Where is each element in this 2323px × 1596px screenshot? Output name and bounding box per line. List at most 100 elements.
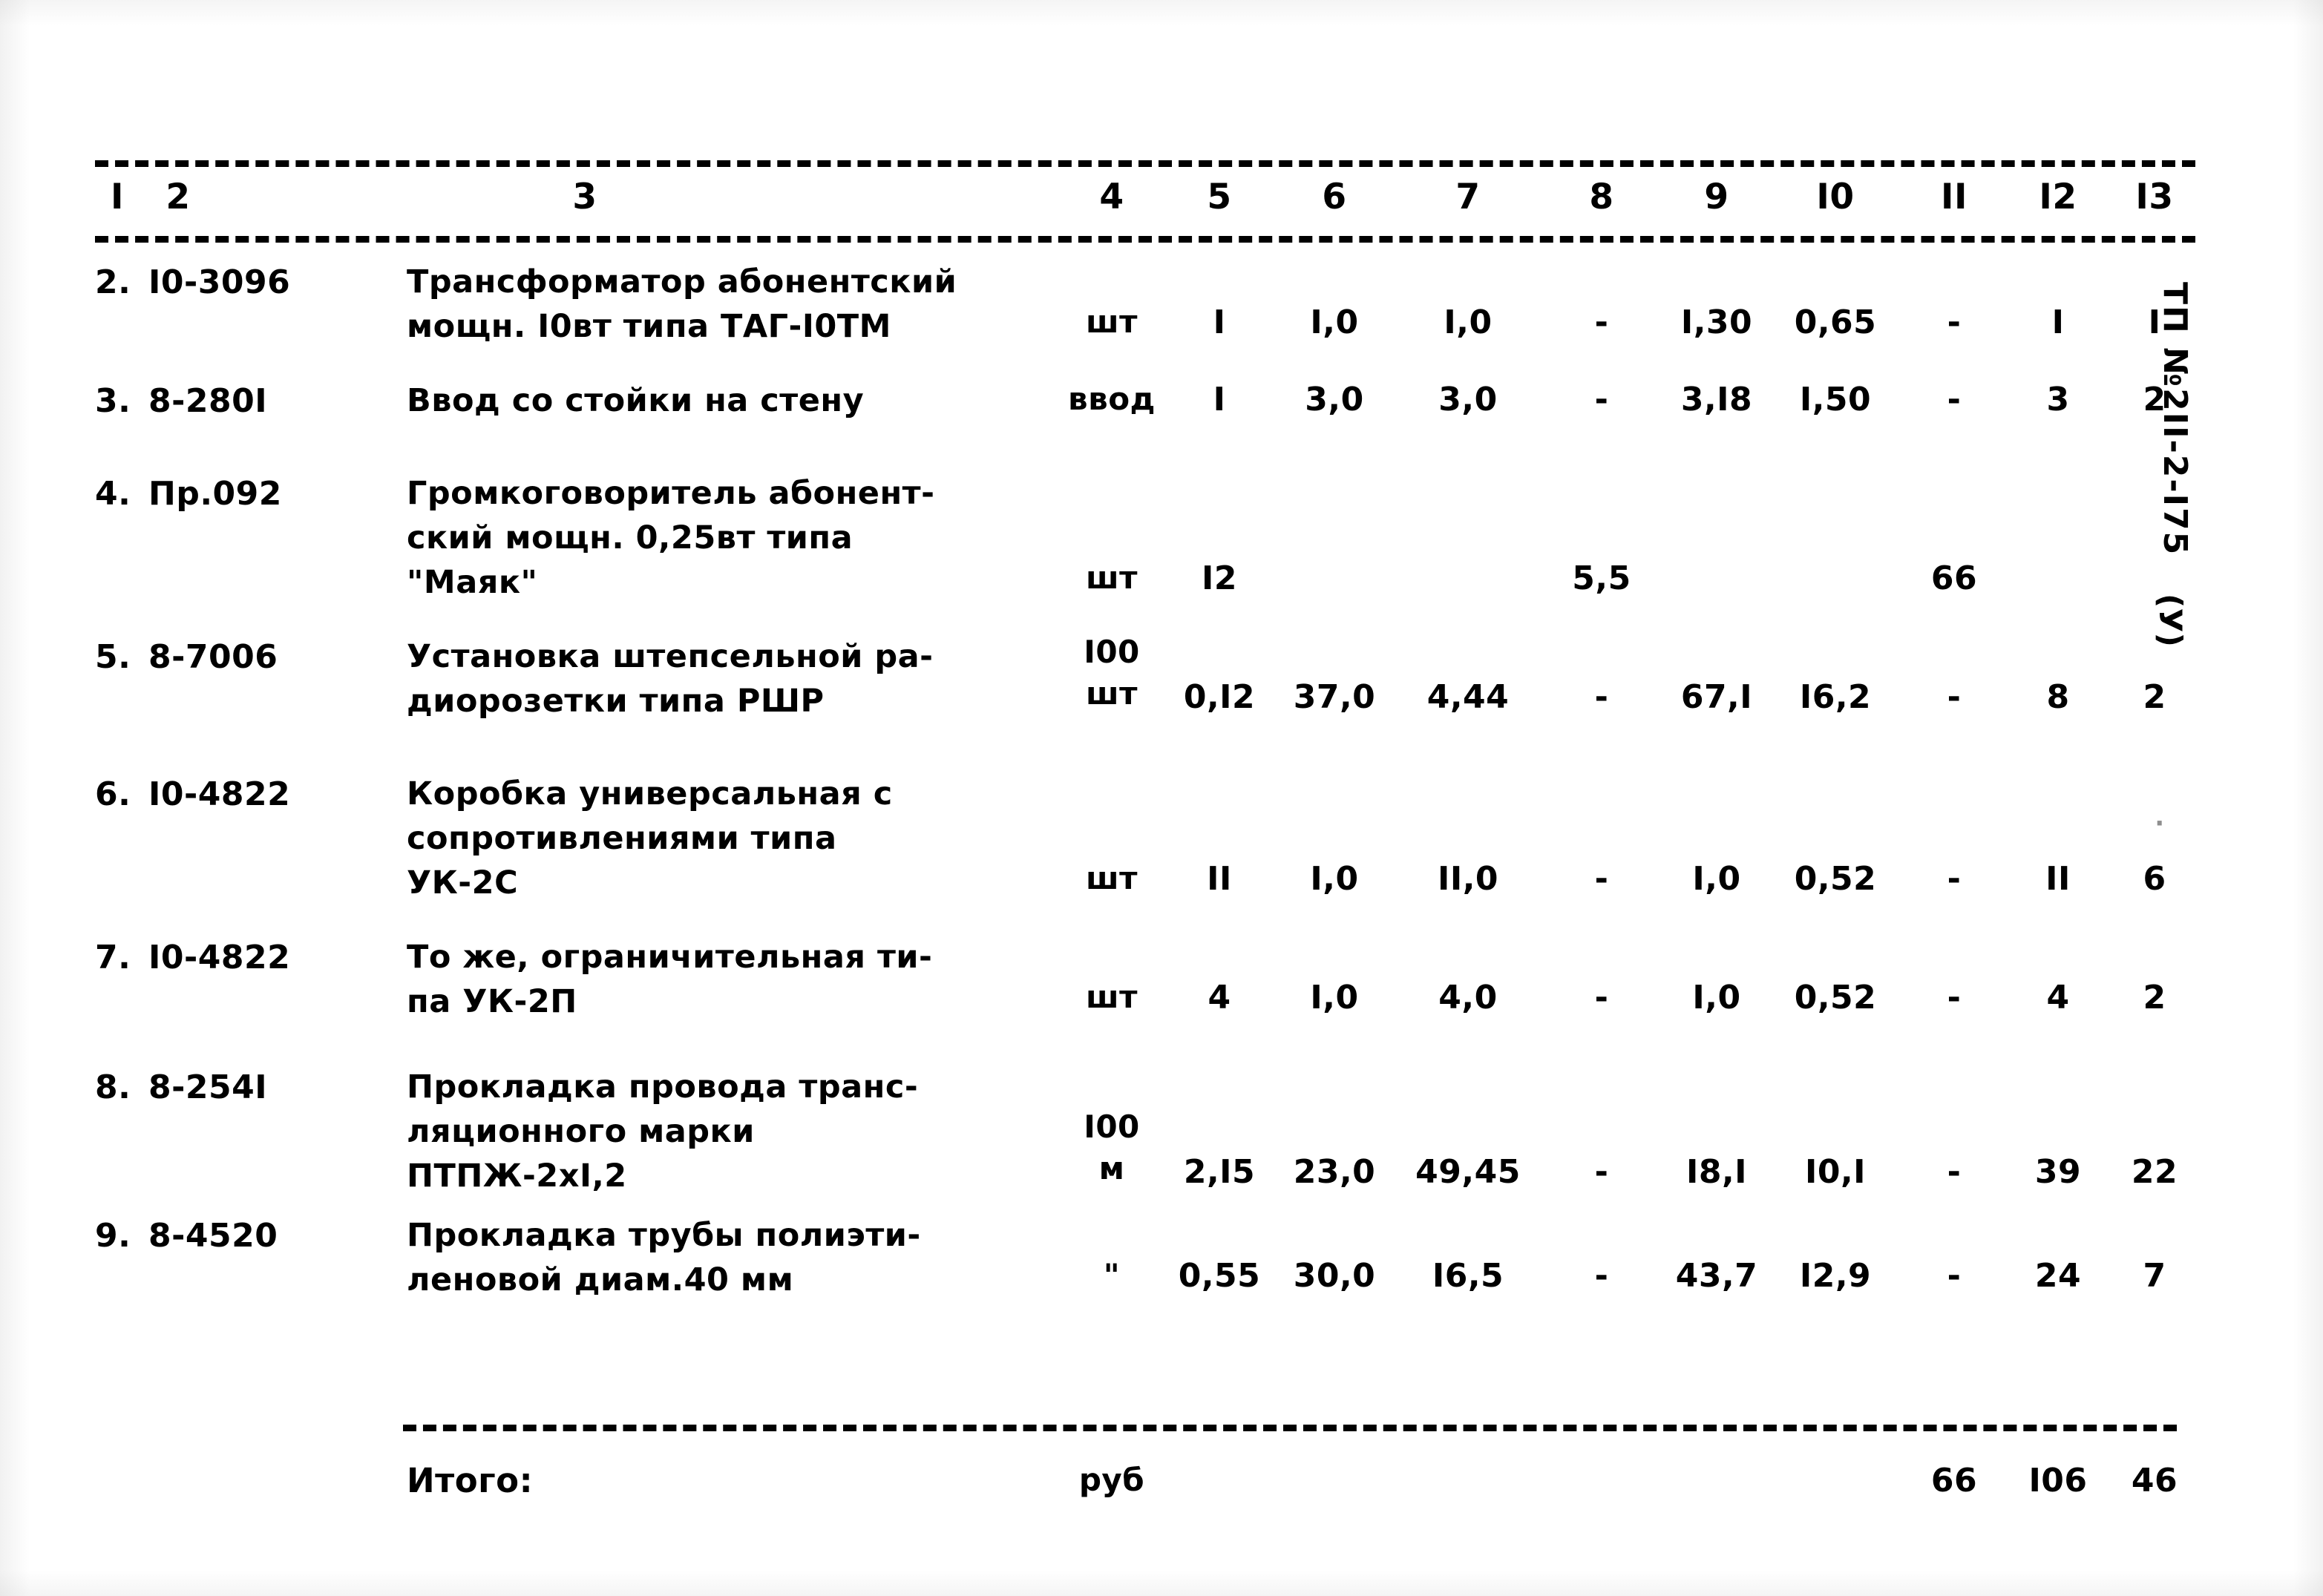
unit-line: м: [1098, 1150, 1125, 1186]
column-header-12: I2: [2039, 177, 2077, 217]
desc-line: мощн. I0вт типа ТАГ-I0ТМ: [407, 308, 891, 345]
column-header-2: 2: [166, 177, 191, 217]
row-number: 2.: [95, 263, 131, 301]
unit-line: ввод: [1068, 381, 1156, 417]
unit-line: шт: [1086, 303, 1138, 340]
totals-unit: руб: [1078, 1462, 1145, 1498]
row-value-11: -: [1947, 979, 1962, 1017]
unit-line: ": [1103, 1257, 1121, 1293]
row-unit: ввод: [1064, 378, 1160, 420]
side-stamp-project-code: ТП №2II-2-I75: [2156, 282, 2194, 556]
row-value-8: -: [1594, 303, 1609, 341]
totals-label: Итого:: [407, 1461, 534, 1500]
desc-line: То же, ограничительная ти-: [407, 939, 933, 976]
row-value-13: 7: [2143, 1257, 2166, 1295]
row-value-9: I8,I: [1685, 1153, 1748, 1191]
row-value-9: 43,7: [1675, 1257, 1758, 1295]
row-value-8: -: [1594, 1257, 1609, 1295]
row-value-11: -: [1947, 1153, 1962, 1191]
row-value-13: 2: [2143, 678, 2166, 716]
row-value-11: -: [1947, 1257, 1962, 1295]
row-value-12: 39: [2034, 1153, 2082, 1191]
totals-value-11: 66: [1930, 1462, 1978, 1500]
row-value-7: 4,44: [1426, 678, 1510, 716]
row-unit: шт: [1064, 557, 1160, 599]
row-value-6: 3,0: [1305, 381, 1364, 418]
unit-line: шт: [1086, 979, 1138, 1015]
row-value-8: -: [1594, 860, 1609, 898]
row-value-12: 8: [2046, 678, 2070, 716]
row-code: 8-7006: [148, 638, 278, 676]
desc-line: УК-2С: [407, 864, 519, 902]
desc-line: леновой диам.40 мм: [407, 1261, 794, 1298]
column-header-10: I0: [1816, 177, 1855, 217]
totals-value-13: 46: [2131, 1462, 2178, 1500]
row-value-10: 0,52: [1794, 979, 1877, 1017]
desc-line: Громкоговоритель абонент-: [407, 475, 935, 512]
row-description: То же, ограничительная ти- па УК-2П: [407, 935, 1000, 1024]
desc-line: Трансформатор абонентский: [407, 263, 957, 301]
column-header-11: II: [1941, 177, 1967, 217]
row-value-11: -: [1947, 303, 1962, 341]
row-number: 7.: [95, 939, 131, 976]
row-value-6: I,0: [1310, 303, 1359, 341]
row-description: Громкоговоритель абонент- ский мощн. 0,2…: [407, 471, 1000, 605]
desc-line: сопротивлениями типа: [407, 820, 837, 857]
row-code: 8-4520: [148, 1217, 278, 1255]
desc-line: "Маяк": [407, 564, 538, 601]
row-description: Трансформатор абонентский мощн. I0вт тип…: [407, 260, 1000, 349]
row-value-9: 67,I: [1680, 678, 1753, 716]
row-value-5: 4: [1208, 979, 1231, 1017]
row-unit: I00 м: [1064, 1106, 1160, 1189]
row-code: Пр.092: [148, 475, 282, 513]
row-value-11: -: [1947, 381, 1962, 418]
row-unit: ": [1064, 1255, 1160, 1296]
row-value-7: I,0: [1444, 303, 1493, 341]
row-value-12: II: [2045, 860, 2071, 898]
row-unit: шт: [1064, 858, 1160, 899]
row-code: 8-280I: [148, 382, 268, 420]
column-header-4: 4: [1099, 177, 1124, 217]
row-number: 4.: [95, 475, 131, 513]
row-value-10: I6,2: [1799, 678, 1872, 716]
unit-line: шт: [1086, 559, 1138, 596]
column-header-13: I3: [2135, 177, 2174, 217]
row-value-7: 4,0: [1438, 979, 1498, 1017]
row-value-11: 66: [1930, 559, 1978, 597]
row-value-10: 0,65: [1794, 303, 1877, 341]
row-value-5: I: [1213, 381, 1226, 418]
row-value-10: 0,52: [1794, 860, 1877, 898]
row-value-12: 24: [2034, 1257, 2082, 1295]
row-code: 8-254I: [148, 1068, 268, 1106]
row-value-7: I6,5: [1432, 1257, 1504, 1295]
row-number: 6.: [95, 775, 131, 813]
row-value-6: 23,0: [1293, 1153, 1376, 1191]
side-stamp-suffix: (У): [2152, 594, 2189, 648]
row-value-8: -: [1594, 678, 1609, 716]
row-description: Прокладка провода транс- ляционного марк…: [407, 1065, 1000, 1198]
row-value-8: -: [1594, 979, 1609, 1017]
column-header-1: I: [111, 177, 124, 217]
table-top-rule: [95, 160, 2195, 167]
row-value-7: II,0: [1437, 860, 1499, 898]
row-value-5: 0,55: [1178, 1257, 1261, 1295]
column-header-8: 8: [1589, 177, 1614, 217]
row-value-7: 49,45: [1415, 1153, 1521, 1191]
row-description: Установка штепсельной ра- диорозетки тип…: [407, 634, 1000, 723]
side-margin-smudge: ·: [2155, 809, 2165, 838]
table-header-row: I 2 3 4 5 6 7 8 9 I0 II I2 I3: [95, 177, 2195, 233]
row-value-9: I,0: [1692, 860, 1741, 898]
row-number: 5.: [95, 638, 131, 676]
row-value-5: 0,I2: [1183, 678, 1256, 716]
row-value-6: 30,0: [1293, 1257, 1376, 1295]
row-number: 3.: [95, 382, 131, 420]
row-value-8: -: [1594, 1153, 1609, 1191]
row-description: Ввод со стойки на стену: [407, 378, 1000, 423]
row-value-13: 22: [2131, 1153, 2178, 1191]
row-value-12: 3: [2046, 381, 2070, 418]
row-code: I0-4822: [148, 775, 291, 813]
desc-line: Ввод со стойки на стену: [407, 382, 865, 419]
header-bottom-rule: [95, 236, 2195, 243]
row-value-9: 3,I8: [1680, 381, 1753, 418]
row-value-6: 37,0: [1293, 678, 1376, 716]
